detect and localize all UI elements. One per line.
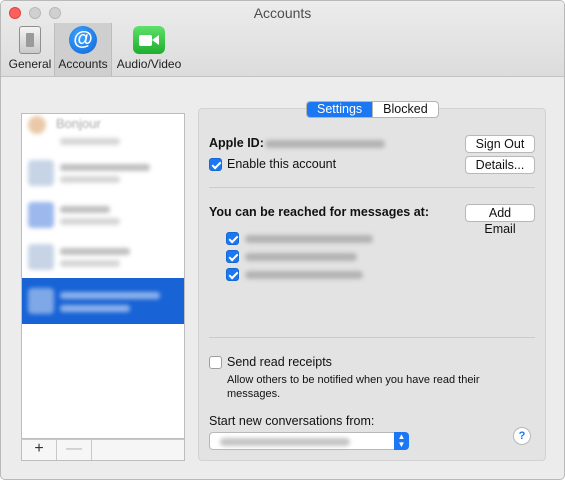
redacted-text	[60, 248, 130, 255]
redacted-address	[245, 235, 373, 243]
start-conversations-popup[interactable]: ▲ ▼	[209, 432, 409, 450]
read-receipts-description: Allow others to be notified when you hav…	[227, 374, 480, 400]
window-title: Accounts	[253, 5, 312, 21]
redacted-text	[60, 305, 130, 312]
redacted-text	[60, 176, 120, 183]
toolbar-accounts-label: Accounts	[58, 57, 108, 71]
enable-account-checkbox[interactable]	[209, 158, 222, 171]
popup-chevron-icon: ▲ ▼	[394, 432, 409, 450]
toolbar-audio-video-label: Audio/Video	[116, 57, 182, 71]
redacted-text	[60, 260, 120, 267]
accounts-window: Accounts General @ Accounts Audio/Video …	[0, 0, 565, 480]
sign-out-button[interactable]: Sign Out	[465, 135, 535, 153]
account-item-selected[interactable]	[22, 278, 184, 324]
redacted-apple-id	[265, 140, 385, 148]
divider	[209, 187, 535, 188]
reach-address-checkbox[interactable]	[226, 250, 239, 263]
redacted-selected-address	[220, 438, 350, 446]
toolbar-audio-video[interactable]: Audio/Video	[113, 23, 185, 76]
redacted-text	[60, 206, 110, 213]
start-conversations-label: Start new conversations from:	[209, 414, 375, 428]
redacted-address	[245, 253, 357, 261]
redacted-text	[60, 164, 150, 171]
settings-tabs: Settings Blocked	[306, 101, 439, 118]
redacted-text	[60, 218, 120, 225]
add-account-button[interactable]: +	[22, 440, 57, 460]
help-button[interactable]: ?	[513, 427, 531, 445]
reach-address-checkbox[interactable]	[226, 268, 239, 281]
toolbar-general[interactable]: General	[7, 23, 53, 76]
enable-account-label: Enable this account	[227, 157, 337, 171]
video-camera-icon	[133, 26, 165, 54]
divider	[209, 337, 535, 338]
remove-account-button[interactable]: —	[57, 440, 92, 460]
account-item[interactable]	[22, 154, 184, 194]
account-avatar	[28, 244, 54, 270]
list-controls: + —	[21, 439, 185, 461]
accounts-list[interactable]: Bonjour	[21, 113, 185, 439]
toolbar-accounts[interactable]: @ Accounts	[54, 23, 112, 76]
send-read-receipts-checkbox[interactable]	[209, 356, 222, 369]
settings-panel: Settings Blocked Apple ID: Sign Out Enab…	[198, 101, 546, 461]
account-avatar	[28, 288, 54, 314]
reach-address-checkbox[interactable]	[226, 232, 239, 245]
tab-blocked[interactable]: Blocked	[372, 102, 437, 117]
general-switch-icon	[19, 26, 41, 54]
toolbar-general-label: General	[8, 57, 52, 71]
account-avatar	[28, 202, 54, 228]
send-read-receipts-label: Send read receipts	[227, 355, 332, 369]
apple-id-label: Apple ID:	[209, 136, 264, 150]
redacted-text	[60, 292, 160, 299]
tab-settings[interactable]: Settings	[307, 102, 373, 117]
title-bar: Accounts General @ Accounts Audio/Video	[1, 1, 564, 77]
account-item[interactable]	[22, 196, 184, 236]
details-button[interactable]: Details...	[465, 156, 535, 174]
redacted-address	[245, 271, 363, 279]
account-avatar	[28, 160, 54, 186]
at-sign-icon: @	[69, 26, 97, 54]
account-item[interactable]	[22, 238, 184, 278]
reached-at-label: You can be reached for messages at:	[209, 205, 429, 219]
add-email-button[interactable]: Add Email	[465, 204, 535, 236]
redacted-text	[60, 138, 120, 145]
